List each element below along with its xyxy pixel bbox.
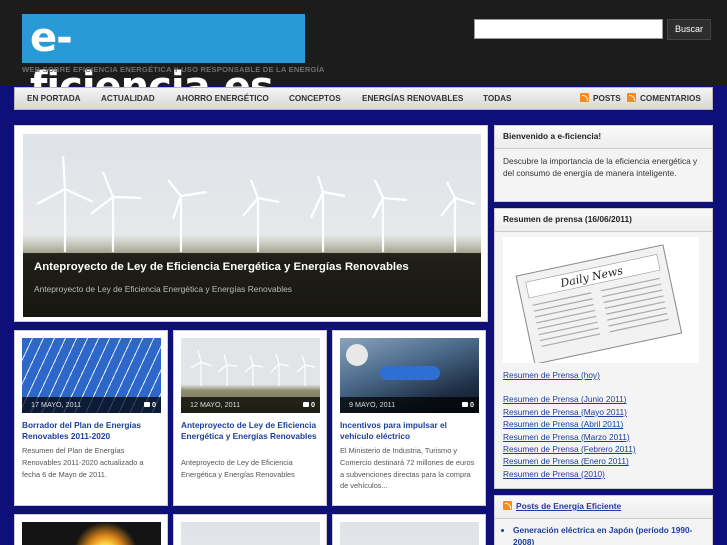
post-card[interactable]: 9 MAYO, 2011 0 Incentivos para impulsar …	[332, 330, 486, 506]
post-title[interactable]: Anteproyecto de Ley de Eficiencia Energé…	[181, 420, 321, 442]
search-button[interactable]: Buscar	[667, 19, 711, 40]
rss-icon	[503, 501, 512, 510]
posts-feed-item[interactable]: Generación eléctrica en Japón (período 1…	[513, 525, 704, 545]
nav-item-actualidad[interactable]: ACTUALIDAD	[101, 88, 155, 109]
nav-item-conceptos[interactable]: CONCEPTOS	[289, 88, 341, 109]
welcome-widget-title: Bienvenido a e-ficiencia!	[495, 126, 712, 149]
nav-item-en-portada[interactable]: EN PORTADA	[27, 88, 81, 109]
posts-feed-title[interactable]: Posts de Energía Eficiente	[495, 496, 712, 519]
site-header: e-ficiencia.es WEB SOBRE EFICIENCIA ENER…	[0, 0, 727, 110]
featured-post[interactable]: Anteproyecto de Ley de Eficiencia Energé…	[14, 125, 488, 322]
press-link[interactable]: Resumen de Prensa (Junio 2011)	[503, 393, 703, 405]
nav-comments-feed[interactable]: COMENTARIOS	[627, 88, 701, 109]
comment-bubble-icon	[303, 402, 309, 407]
post-image-electric-car-charging: 9 MAYO, 2011 0	[340, 338, 479, 413]
press-link[interactable]: Resumen de Prensa (Abril 2011)	[503, 418, 703, 430]
charging-plug-shape	[380, 366, 440, 380]
badge-shape	[346, 344, 368, 366]
post-meta: 12 MAYO, 2011 0	[181, 397, 320, 413]
comment-count[interactable]: 0	[462, 397, 474, 413]
post-date: 12 MAYO, 2011	[190, 400, 241, 409]
post-card[interactable]	[332, 514, 486, 545]
nav-item-todas[interactable]: TODAS	[483, 88, 512, 109]
post-excerpt: Resumen del Plan de Energías Renovables …	[22, 446, 144, 479]
post-card[interactable]	[173, 514, 327, 545]
press-link-today[interactable]: Resumen de Prensa (hoy)	[503, 369, 703, 381]
nav-posts-feed[interactable]: POSTS	[580, 88, 621, 109]
post-card[interactable]: 17 MAYO, 2011 0 Borrador del Plan de Ene…	[14, 330, 168, 506]
press-link[interactable]: Resumen de Prensa (Mayo 2011)	[503, 406, 703, 418]
welcome-widget: Bienvenido a e-ficiencia! Descubre la im…	[494, 125, 713, 202]
featured-subtitle: Anteproyecto de Ley de Eficiencia Energé…	[34, 284, 292, 294]
site-logo[interactable]: e-ficiencia.es	[22, 14, 305, 110]
post-image-wind-turbines	[340, 522, 479, 545]
press-link[interactable]: Resumen de Prensa (2010)	[503, 468, 703, 480]
posts-feed-widget: Posts de Energía Eficiente Generación el…	[494, 495, 713, 545]
press-links: Resumen de Prensa (hoy) Resumen de Prens…	[503, 369, 703, 480]
post-image-lightbulb	[22, 522, 161, 545]
welcome-widget-text: Descubre la importancia de la eficiencia…	[503, 156, 698, 179]
main-nav: EN PORTADA ACTUALIDAD AHORRO ENERGÉTICO …	[14, 87, 713, 110]
post-card[interactable]: 12 MAYO, 2011 0 Anteproyecto de Ley de E…	[173, 330, 327, 506]
newspaper-illustration: Daily News	[515, 244, 683, 365]
post-excerpt: El Ministerio de Industria, Turismo y Co…	[340, 446, 475, 491]
newspaper-image: Daily News	[503, 237, 699, 365]
post-meta: 17 MAYO, 2011 0	[22, 397, 161, 413]
nav-item-ahorro-energetico[interactable]: AHORRO ENERGÉTICO	[176, 88, 269, 109]
rss-icon	[580, 93, 589, 102]
posts-feed-list: Generación eléctrica en Japón (período 1…	[495, 519, 712, 545]
comment-bubble-icon	[462, 402, 468, 407]
press-widget: Resumen de prensa (16/06/2011) Daily New…	[494, 208, 713, 489]
comment-bubble-icon	[144, 402, 150, 407]
featured-title[interactable]: Anteproyecto de Ley de Eficiencia Energé…	[34, 261, 409, 273]
press-link[interactable]: Resumen de Prensa (Enero 2011)	[503, 455, 703, 467]
press-link[interactable]: Resumen de Prensa (Febrero 2011)	[503, 443, 703, 455]
post-image-wind-turbines	[181, 522, 320, 545]
featured-image-wind-turbines: Anteproyecto de Ley de Eficiencia Energé…	[23, 134, 481, 317]
rss-icon	[627, 93, 636, 102]
press-widget-title: Resumen de prensa (16/06/2011)	[495, 209, 712, 232]
nav-item-energias-renovables[interactable]: ENERGÍAS RENOVABLES	[362, 88, 463, 109]
nav-comments-label: COMENTARIOS	[640, 94, 701, 103]
comment-count[interactable]: 0	[144, 397, 156, 413]
post-meta: 9 MAYO, 2011 0	[340, 397, 479, 413]
site-tagline: WEB SOBRE EFICIENCIA ENERGÉTICA Y USO RE…	[22, 65, 325, 74]
nav-posts-label: POSTS	[593, 94, 621, 103]
press-link[interactable]: Resumen de Prensa (Marzo 2011)	[503, 431, 703, 443]
post-title[interactable]: Borrador del Plan de Energías Renovables…	[22, 420, 162, 442]
post-excerpt: Anteproyecto de Ley de Eficiencia Energé…	[181, 458, 295, 479]
post-card[interactable]	[14, 514, 168, 545]
featured-caption: Anteproyecto de Ley de Eficiencia Energé…	[23, 253, 481, 317]
post-date: 17 MAYO, 2011	[31, 400, 82, 409]
post-image-solar-panels: 17 MAYO, 2011 0	[22, 338, 161, 413]
post-date: 9 MAYO, 2011	[349, 400, 396, 409]
post-image-wind-turbines: 12 MAYO, 2011 0	[181, 338, 320, 413]
search-input[interactable]	[474, 19, 663, 39]
post-title[interactable]: Incentivos para impulsar el vehículo elé…	[340, 420, 480, 442]
comment-count[interactable]: 0	[303, 397, 315, 413]
